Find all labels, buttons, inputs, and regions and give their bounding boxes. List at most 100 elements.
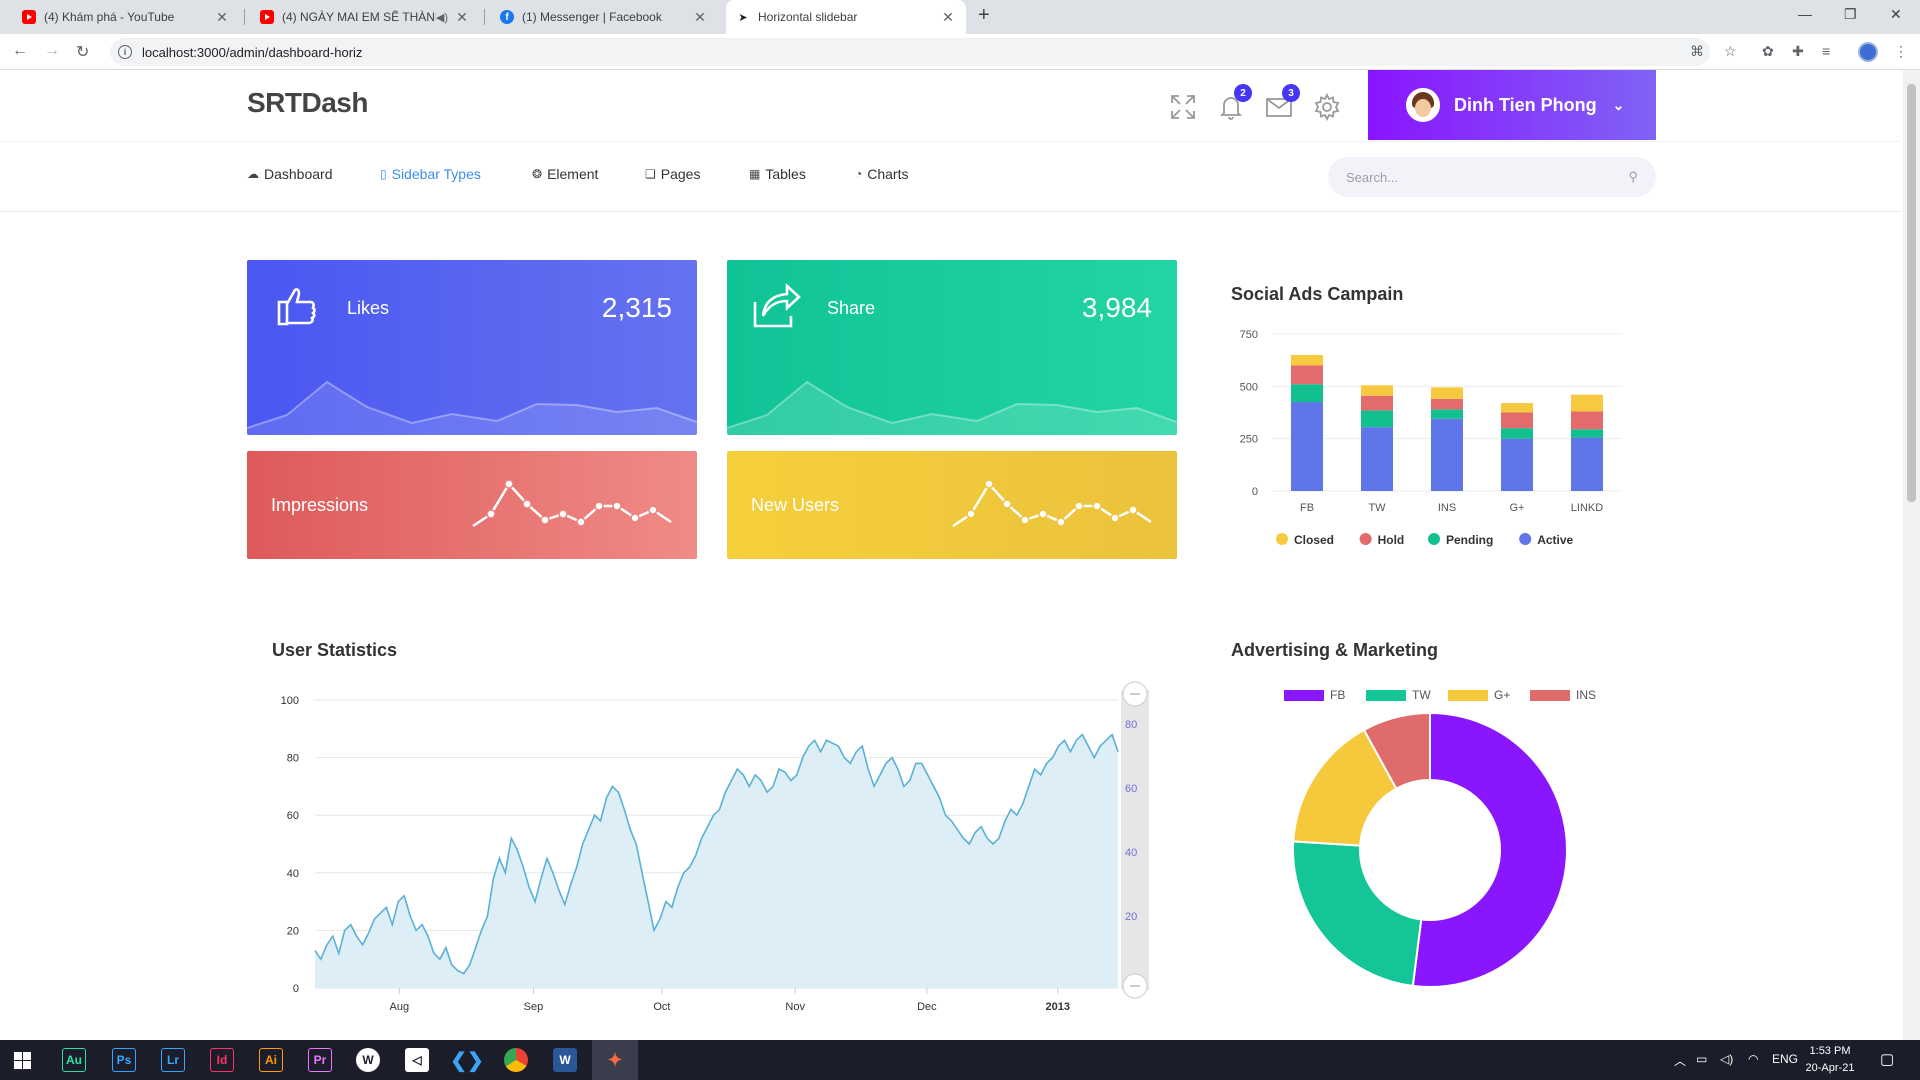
- nav-item-dashboard[interactable]: ☁ Dashboard: [247, 166, 333, 182]
- x-tick-label: FB: [1300, 502, 1314, 514]
- card-value: 3,984: [1081, 292, 1152, 323]
- reading-list-icon[interactable]: ≡: [1822, 43, 1830, 59]
- bar-segment: [1431, 398, 1463, 410]
- mail-icon[interactable]: 3: [1264, 84, 1300, 122]
- nav-label: Dashboard: [264, 166, 333, 182]
- speaker-icon[interactable]: ◀): [436, 11, 448, 24]
- x-tick-label: Aug: [390, 1001, 410, 1013]
- main-navigation: ☁ Dashboard ▯ Sidebar Types ❂ Element ❏ …: [0, 142, 1900, 212]
- extension-icon[interactable]: ✿: [1762, 43, 1774, 60]
- wps-app-icon[interactable]: W: [356, 1048, 380, 1072]
- page-scrollbar[interactable]: [1903, 70, 1920, 1040]
- y-tick-label: 80: [287, 753, 299, 765]
- scrollbar-thumb[interactable]: [1907, 84, 1916, 502]
- bar-segment: [1501, 428, 1533, 439]
- browser-tab-active[interactable]: ➤ Horizontal slidebar ✕: [726, 0, 966, 34]
- browser-tab-bar: (4) Khám phá - YouTube ✕ (4) NGÀY MAI EM…: [0, 0, 1920, 34]
- language-indicator[interactable]: ENG: [1772, 1052, 1798, 1066]
- bar-segment: [1571, 429, 1603, 438]
- search-input[interactable]: Search... ⚲: [1328, 157, 1656, 197]
- new-tab-button[interactable]: +: [978, 4, 990, 27]
- profile-avatar[interactable]: [1858, 42, 1878, 62]
- donut-slice: [1292, 840, 1423, 988]
- brand-logo[interactable]: SRTDash: [247, 87, 368, 119]
- reload-icon[interactable]: ↻: [76, 42, 89, 62]
- y-tick-label: 0: [293, 983, 299, 995]
- restore-icon[interactable]: ❐: [1844, 6, 1857, 23]
- info-icon[interactable]: i: [118, 45, 132, 59]
- nav-item-element[interactable]: ❂ Element: [532, 166, 598, 182]
- bar-segment: [1361, 395, 1393, 411]
- nav-label: Charts: [867, 166, 909, 182]
- premiere-app-icon[interactable]: Pr: [308, 1048, 332, 1072]
- tray-chevron-icon[interactable]: ︿: [1674, 1052, 1686, 1069]
- close-window-icon[interactable]: ✕: [1890, 6, 1902, 23]
- vscode-app-icon[interactable]: ❮❯: [450, 1048, 484, 1072]
- nav-item-sidebar-types[interactable]: ▯ Sidebar Types: [380, 166, 481, 182]
- fullscreen-icon[interactable]: [1168, 92, 1198, 122]
- settings-gear-icon[interactable]: [1312, 92, 1342, 122]
- taskbar-active-app[interactable]: ✦: [592, 1040, 638, 1080]
- x-tick-label: 2013: [1046, 1001, 1070, 1013]
- photoshop-app-icon[interactable]: Ps: [112, 1048, 136, 1072]
- windows-start-icon[interactable]: [14, 1052, 31, 1069]
- indesign-app-icon[interactable]: Id: [210, 1048, 234, 1072]
- app-header: SRTDash 2 3 Dinh Tien Phong ⌄: [0, 70, 1900, 142]
- nav-label: Element: [547, 166, 599, 182]
- notification-bell-icon[interactable]: 2: [1216, 84, 1252, 122]
- forward-icon[interactable]: →: [44, 42, 60, 60]
- message-badge: 3: [1282, 84, 1300, 102]
- x-tick-label: Oct: [653, 1001, 670, 1013]
- legend-label: Active: [1537, 533, 1573, 547]
- back-icon[interactable]: ←: [12, 42, 28, 60]
- bookmark-star-icon[interactable]: ☆: [1724, 43, 1737, 60]
- word-app-icon[interactable]: W: [553, 1048, 577, 1072]
- x-tick-label: G+: [1510, 502, 1525, 514]
- address-bar-row: ← → ↻ i localhost:3000/admin/dashboard-h…: [0, 34, 1920, 70]
- wifi-icon[interactable]: ◠: [1748, 1052, 1758, 1066]
- thumbs-up-icon: [277, 288, 316, 326]
- share-icon: [753, 283, 801, 328]
- donut-slice: [1411, 711, 1568, 988]
- clock[interactable]: 1:53 PM 20-Apr-21: [1800, 1043, 1860, 1077]
- browser-tab[interactable]: f (1) Messenger | Facebook ✕: [490, 0, 718, 34]
- search-icon[interactable]: ⚲: [1628, 169, 1638, 185]
- avatar: [1406, 88, 1440, 122]
- bar-segment: [1361, 427, 1393, 491]
- legend-label: TW: [1412, 688, 1431, 702]
- close-icon[interactable]: ✕: [214, 9, 230, 26]
- close-icon[interactable]: ✕: [940, 9, 956, 26]
- files-app-icon[interactable]: ◁: [405, 1048, 429, 1072]
- lightroom-app-icon[interactable]: Lr: [161, 1048, 185, 1072]
- close-icon[interactable]: ✕: [692, 9, 708, 26]
- legend-marker: [1519, 533, 1532, 545]
- close-icon[interactable]: ✕: [454, 9, 470, 26]
- y-tick-label: 100: [281, 695, 299, 707]
- illustrator-app-icon[interactable]: Ai: [259, 1048, 283, 1072]
- nav-label: Tables: [765, 166, 806, 182]
- browser-tab[interactable]: (4) Khám phá - YouTube ✕: [12, 0, 240, 34]
- puzzle-icon[interactable]: ✚: [1792, 43, 1804, 60]
- youtube-icon: [22, 10, 36, 24]
- nav-item-charts[interactable]: ◔ Charts: [855, 166, 908, 182]
- nav-item-tables[interactable]: ▦ Tables: [749, 166, 806, 182]
- nav-item-pages[interactable]: ❏ Pages: [645, 166, 700, 182]
- bar-segment: [1431, 387, 1463, 399]
- translate-icon[interactable]: ⌘: [1690, 43, 1704, 60]
- notification-center-icon[interactable]: ▢: [1880, 1050, 1894, 1068]
- bar-segment: [1431, 409, 1463, 419]
- audition-app-icon[interactable]: Au: [62, 1048, 86, 1072]
- chrome-app-icon[interactable]: [504, 1048, 528, 1072]
- browser-tab[interactable]: (4) NGÀY MAI EM SẼ THÀNH ◀) ✕: [250, 0, 480, 34]
- menu-dots-icon[interactable]: ⋮: [1894, 43, 1908, 60]
- minimize-icon[interactable]: —: [1798, 6, 1812, 22]
- user-profile-dropdown[interactable]: Dinh Tien Phong ⌄: [1368, 70, 1656, 140]
- bar-segment: [1361, 385, 1393, 396]
- battery-icon[interactable]: ▭: [1696, 1052, 1707, 1066]
- volume-icon[interactable]: ◁): [1720, 1052, 1733, 1066]
- windows-taskbar: Au Ps Lr Id Ai Pr W ◁ ❮❯ W ✦ ︿ ▭ ◁) ◠ EN…: [0, 1040, 1920, 1080]
- bar-segment: [1291, 365, 1323, 385]
- card-label: Share: [827, 298, 876, 318]
- legend-label: Pending: [1446, 533, 1493, 547]
- url-field[interactable]: i localhost:3000/admin/dashboard-horiz: [110, 38, 1710, 66]
